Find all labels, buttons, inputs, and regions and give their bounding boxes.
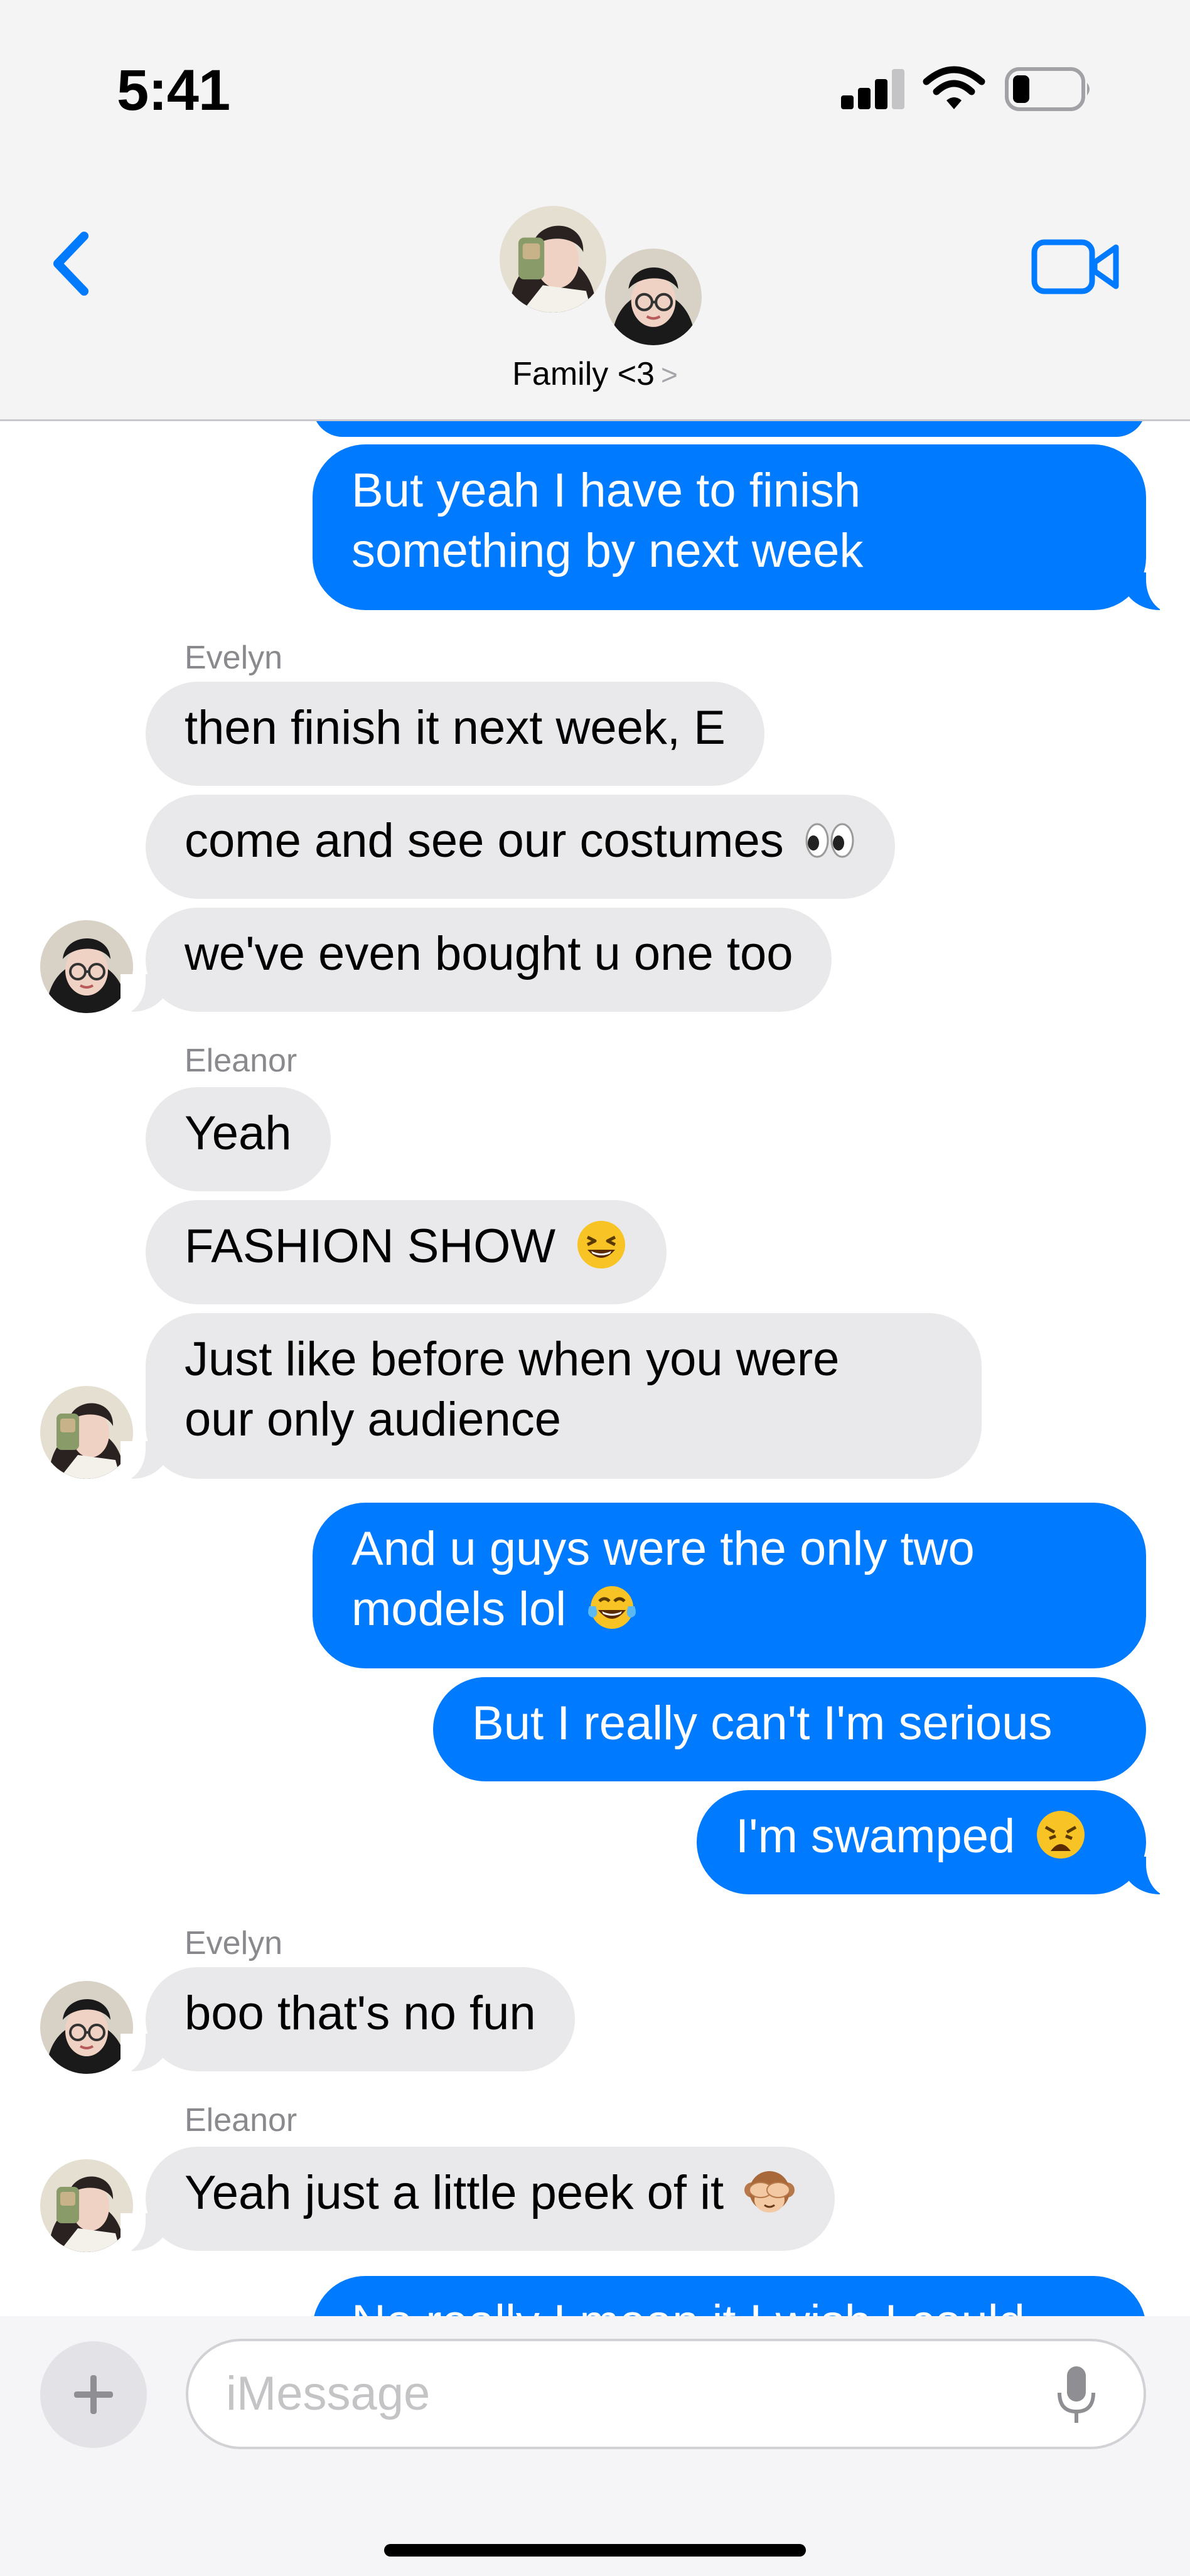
video-camera-icon[interactable]	[1029, 232, 1123, 301]
message-text-line: And u guys were the only two	[351, 1522, 975, 1575]
battery-icon	[1005, 67, 1090, 111]
tears-of-joy-emoji-icon	[588, 1586, 636, 1629]
plus-icon[interactable]	[40, 2341, 147, 2448]
avatar-eleanor[interactable]	[40, 1386, 133, 1479]
message-bubble-incoming[interactable]: Yeah	[146, 1087, 331, 1191]
back-chevron-icon[interactable]	[40, 226, 103, 301]
message-text: I'm swamped	[736, 1810, 1016, 1863]
status-time: 5:41	[117, 58, 230, 122]
home-indicator[interactable]	[384, 2544, 806, 2557]
message-bubble-incoming[interactable]: we've even bought u one too	[120, 908, 832, 1014]
group-avatar-eleanor[interactable]	[496, 202, 610, 316]
conversation-header: 5:41 Family <3 >	[0, 0, 1190, 421]
message-text: we've even bought u one too	[185, 927, 793, 980]
message-input-placeholder: iMessage	[226, 2367, 431, 2420]
avatar-evelyn[interactable]	[40, 920, 133, 1013]
message-text-line: models lol	[351, 1582, 567, 1636]
message-bubble-outgoing[interactable]: I'm swamped	[697, 1790, 1171, 1897]
message-text: Yeah	[185, 1107, 292, 1160]
message-text: But yeah I have to finish something by n…	[351, 464, 864, 577]
message-bubble-outgoing[interactable]: But I really can't I'm serious	[433, 1677, 1146, 1781]
message-input[interactable]: iMessage	[186, 2339, 1146, 2449]
sender-name: Eleanor	[185, 1043, 298, 1079]
see-no-evil-monkey-emoji-icon	[744, 2171, 795, 2213]
sender-name: Evelyn	[185, 1925, 283, 1962]
message-text: then finish it next week, E	[185, 701, 726, 754]
chevron-right-icon: >	[660, 358, 678, 391]
message-text-line: Just like before when you were	[185, 1333, 840, 1386]
message-bubble-outgoing[interactable]: And u guys were the only two models lol	[313, 1503, 1146, 1668]
message-text: boo that's no fun	[185, 1987, 536, 2040]
group-name: Family <3	[512, 356, 655, 392]
sender-name: Eleanor	[185, 2102, 298, 2139]
avatar-evelyn[interactable]	[40, 1981, 133, 2074]
signal-icon	[841, 68, 904, 109]
message-bubble-incoming[interactable]: come and see our costumes	[146, 795, 895, 899]
message-text: But I really can't I'm serious	[472, 1697, 1053, 1750]
microphone-icon[interactable]	[1054, 2364, 1098, 2427]
composer-bar: iMessage	[0, 2316, 1190, 2576]
avatar-eleanor[interactable]	[40, 2159, 133, 2252]
message-bubble-incoming[interactable]: FASHION SHOW	[146, 1200, 667, 1304]
weary-face-emoji-icon	[1037, 1811, 1085, 1859]
message-bubble-incoming[interactable]: boo that's no fun	[121, 1967, 575, 2074]
sender-name: Evelyn	[185, 640, 283, 676]
message-bubble-incoming[interactable]: then finish it next week, E	[146, 682, 764, 786]
message-text: Yeah just a little peek of it	[185, 2166, 724, 2219]
group-name-button[interactable]: Family <3 >	[0, 355, 1190, 393]
message-text: FASHION SHOW	[185, 1220, 556, 1273]
message-text: come and see our costumes	[185, 814, 784, 867]
message-bubble-incoming[interactable]: Just like before when you were our only …	[121, 1313, 982, 1481]
group-avatar-evelyn[interactable]	[601, 245, 705, 349]
message-text-line: our only audience	[185, 1393, 561, 1446]
message-bubble-incoming[interactable]: Yeah just a little peek of it	[120, 2147, 835, 2253]
eyes-emoji-icon	[805, 823, 854, 858]
grinning-squinting-emoji-icon	[577, 1221, 626, 1269]
message-bubble-outgoing[interactable]: But yeah I have to finish something by n…	[313, 444, 1171, 613]
wifi-icon	[923, 66, 985, 109]
